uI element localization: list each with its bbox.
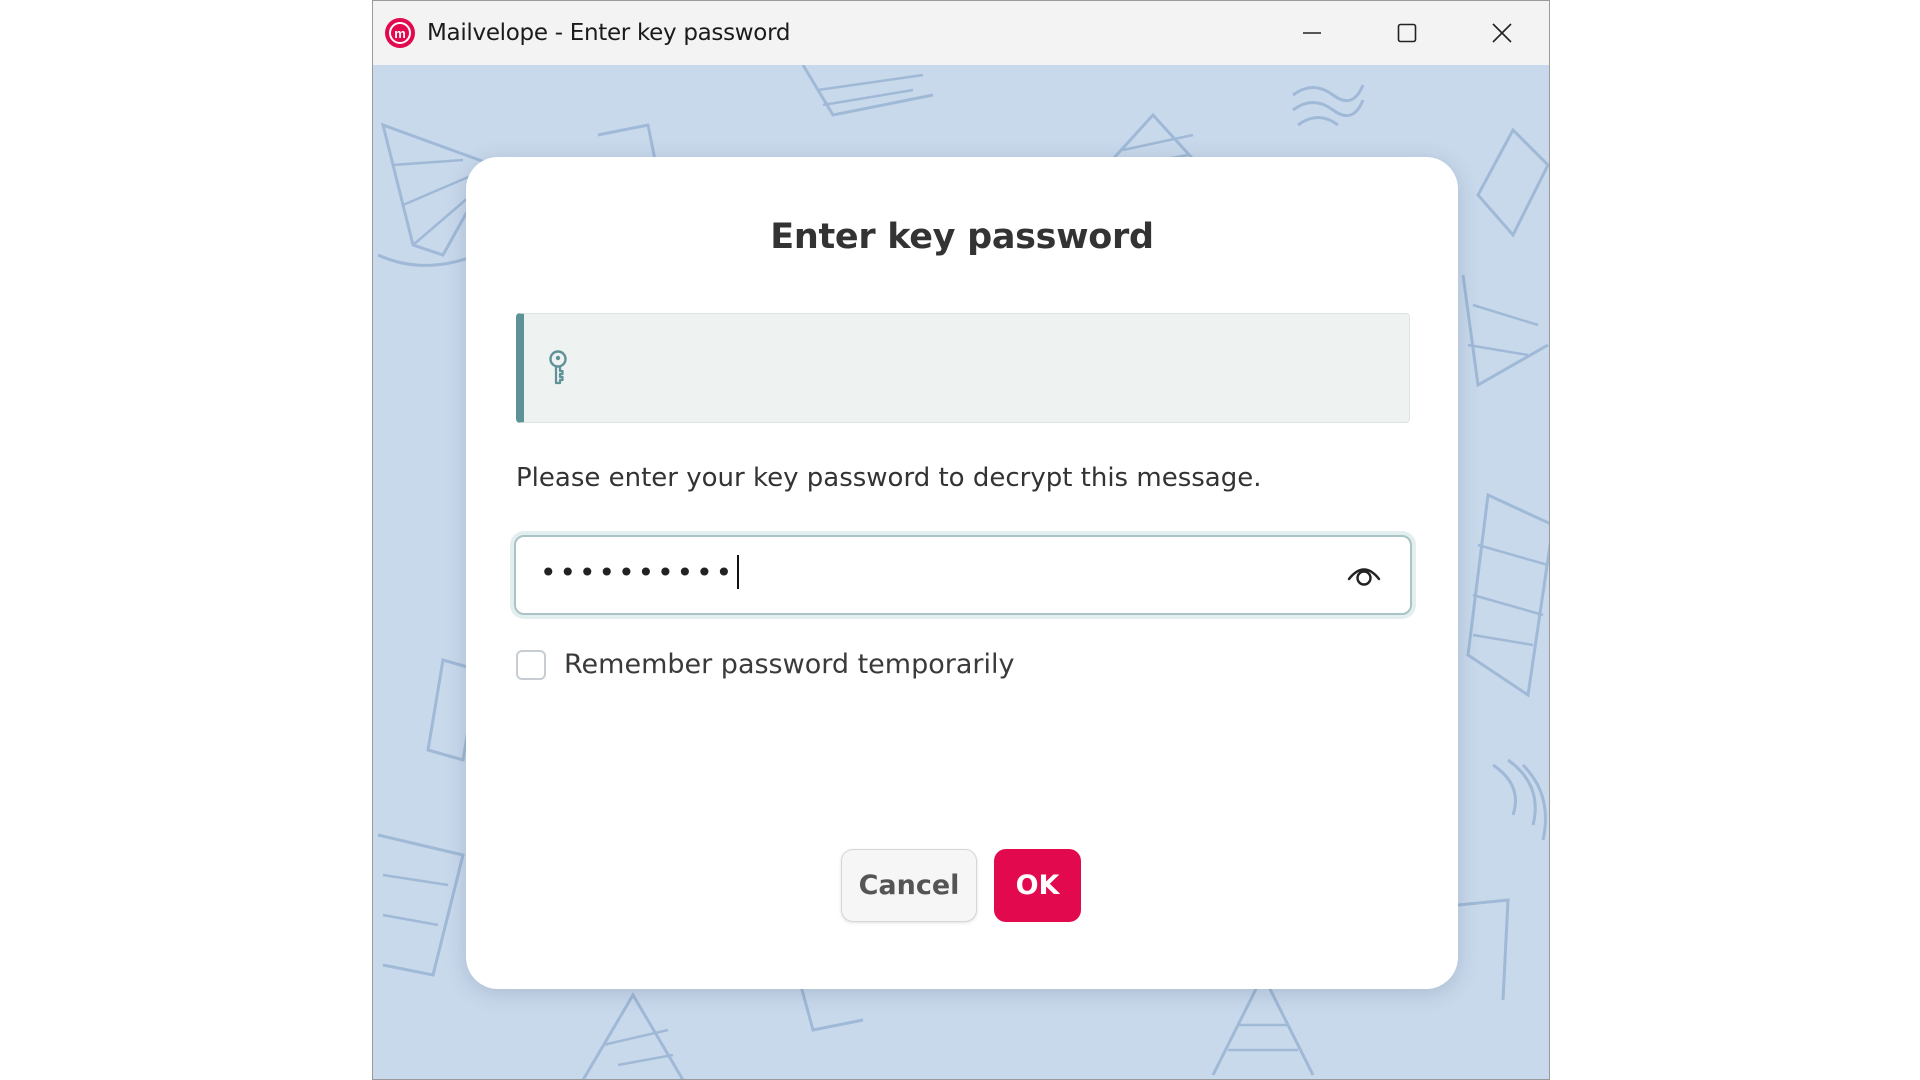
boat-doodle-icon — [801, 65, 934, 117]
boat-doodle-icon — [581, 992, 685, 1079]
key-icon — [549, 350, 567, 385]
paper-doodle-icon — [1457, 898, 1510, 1001]
ok-button[interactable]: OK — [994, 849, 1081, 922]
window-title: Mailvelope - Enter key password — [427, 20, 791, 46]
prompt-text: Please enter your key password to decryp… — [516, 463, 1262, 493]
remember-password-label[interactable]: Remember password temporarily — [564, 649, 1014, 680]
maximize-button[interactable] — [1359, 1, 1454, 65]
boat-doodle-icon — [1466, 492, 1549, 698]
minimize-icon — [1302, 32, 1321, 34]
password-input[interactable]: •••••••••• — [514, 535, 1412, 615]
maximize-icon — [1397, 23, 1416, 43]
boat-doodle-icon — [1461, 274, 1549, 388]
close-button[interactable] — [1454, 1, 1549, 65]
logo-letter: m — [389, 22, 411, 44]
wave-doodle-icon — [1292, 84, 1365, 127]
mailvelope-logo-icon: m — [385, 18, 415, 48]
close-icon — [1491, 23, 1512, 43]
paper-doodle-icon — [1476, 127, 1549, 238]
wave-doodle-icon — [1492, 758, 1547, 841]
reveal-password-button[interactable] — [1344, 561, 1384, 591]
app-window: m Mailvelope - Enter key password Enter … — [372, 0, 1550, 1080]
minimize-button[interactable] — [1264, 1, 1359, 65]
text-caret — [737, 555, 740, 589]
background-pattern: Enter key password Please enter your key… — [373, 65, 1549, 1079]
remember-password-row[interactable]: Remember password temporarily — [516, 649, 1014, 680]
password-value: •••••••••• — [540, 555, 740, 589]
eye-icon — [1347, 568, 1381, 586]
cancel-button[interactable]: Cancel — [841, 849, 977, 922]
window-controls — [1264, 1, 1549, 65]
title-bar[interactable]: m Mailvelope - Enter key password — [373, 1, 1549, 65]
remember-password-checkbox[interactable] — [516, 649, 546, 680]
dialog-title: Enter key password — [770, 217, 1154, 257]
password-masked-value: •••••••••• — [540, 555, 736, 589]
key-info-panel — [516, 313, 1410, 423]
password-dialog: Enter key password Please enter your key… — [466, 157, 1458, 989]
